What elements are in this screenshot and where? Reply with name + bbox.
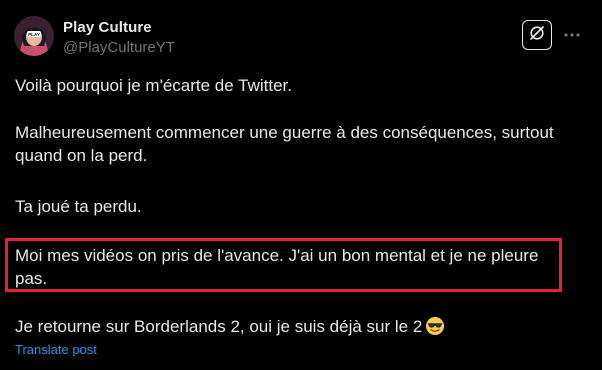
tweet-paragraph-text: Je retourne sur Borderlands 2, oui je su… [15, 317, 423, 336]
tweet-paragraph: Malheureusement commencer une guerre à d… [15, 123, 554, 165]
grok-icon [528, 24, 546, 47]
tweet-card: PLAY Play Culture @PlayCultureYT Voilà p… [0, 0, 602, 370]
avatar-badge: PLAY [28, 32, 40, 37]
more-button[interactable] [560, 22, 584, 46]
grok-button[interactable] [522, 20, 552, 50]
author-handle[interactable]: @PlayCultureYT [63, 39, 175, 56]
more-icon [563, 25, 581, 43]
sunglasses-emoji-icon [425, 316, 445, 336]
tweet-paragraph: Ta joué ta perdu. [15, 197, 142, 216]
tweet-paragraph-last: Je retourne sur Borderlands 2, oui je su… [15, 315, 575, 338]
highlight-box [5, 238, 562, 292]
tweet-paragraph: Voilà pourquoi je m'écarte de Twitter. [15, 76, 292, 95]
translate-post-link[interactable]: Translate post [15, 342, 97, 357]
author-name[interactable]: Play Culture [63, 19, 152, 36]
avatar[interactable]: PLAY [14, 16, 54, 56]
